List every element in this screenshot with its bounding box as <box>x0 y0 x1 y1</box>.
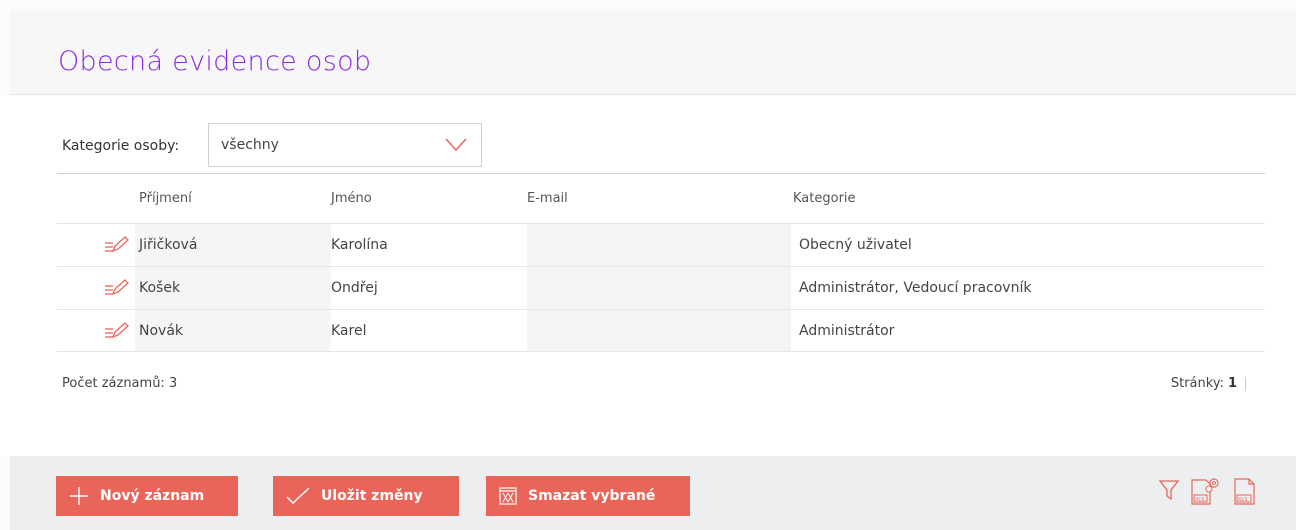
column-header-kategorie[interactable]: Kategorie <box>791 191 1265 206</box>
category-filter-label: Kategorie osoby: <box>62 138 180 154</box>
column-header-email[interactable]: E-mail <box>527 191 791 206</box>
cell-email <box>527 224 791 266</box>
table-row[interactable]: Novák Karel Administrátor <box>57 309 1265 352</box>
page-header: Obecná evidence osob <box>10 10 1296 95</box>
filter-icon[interactable] <box>1158 478 1180 502</box>
cell-email <box>527 310 791 351</box>
save-changes-button[interactable]: Uložit změny <box>273 476 459 516</box>
table-row[interactable]: Košek Ondřej Administrátor, Vedoucí prac… <box>57 266 1265 309</box>
category-filter-select[interactable]: všechny <box>208 123 482 167</box>
edit-icon[interactable] <box>103 235 131 255</box>
export-xls-icon[interactable]: XLS <box>1232 474 1258 508</box>
edit-icon[interactable] <box>103 278 131 298</box>
cell-kategorie: Administrátor, Vedoucí pracovník <box>799 280 1032 296</box>
new-record-label: Nový záznam <box>100 488 205 504</box>
new-record-button[interactable]: Nový záznam <box>56 476 238 516</box>
edit-icon[interactable] <box>103 321 131 341</box>
content-area: Kategorie osoby: všechny Příjmení Jméno … <box>0 96 1296 456</box>
row-edit-cell <box>57 310 135 351</box>
cell-email <box>527 267 791 309</box>
page-link-current[interactable]: 1 <box>1228 376 1237 391</box>
delete-selected-button[interactable]: Smazat vybrané <box>486 476 690 516</box>
category-filter-value: všechny <box>221 137 279 153</box>
footer-toolbar: Nový záznam Uložit změny Smazat vybrané <box>10 456 1296 530</box>
export-settings-icon[interactable]: XLS <box>1188 474 1222 508</box>
cell-jmeno: Karel <box>331 322 367 339</box>
save-changes-label: Uložit změny <box>321 488 423 504</box>
row-edit-cell <box>57 267 135 309</box>
pagination: Stránky: 1 <box>1171 376 1246 391</box>
column-header-jmeno[interactable]: Jméno <box>331 191 527 206</box>
delete-selected-label: Smazat vybrané <box>528 488 656 504</box>
persons-table: Příjmení Jméno E-mail Kategorie Jiřičkov… <box>57 173 1265 352</box>
record-count: Počet záznamů: 3 <box>62 376 178 391</box>
pages-label: Stránky: <box>1170 376 1224 391</box>
row-edit-cell <box>57 224 135 266</box>
svg-text:XLS: XLS <box>1238 497 1247 503</box>
column-header-prijmeni[interactable]: Příjmení <box>135 191 331 206</box>
cell-kategorie: Administrátor <box>799 322 895 339</box>
delete-icon <box>499 487 517 505</box>
cell-prijmeni: Novák <box>135 310 331 351</box>
svg-text:XLS: XLS <box>1195 497 1204 503</box>
page: Obecná evidence osob Kategorie osoby: vš… <box>0 0 1296 530</box>
chevron-down-icon <box>445 138 467 152</box>
cell-kategorie: Obecný uživatel <box>799 237 912 253</box>
page-title: Obecná evidence osob <box>58 46 372 77</box>
check-icon <box>286 487 310 504</box>
cell-prijmeni: Košek <box>135 267 331 309</box>
cell-prijmeni: Jiřičková <box>135 224 331 266</box>
pages-divider <box>1245 376 1246 391</box>
table-row[interactable]: Jiřičková Karolína Obecný uživatel <box>57 223 1265 266</box>
cell-jmeno: Ondřej <box>331 280 378 296</box>
cell-jmeno: Karolína <box>331 237 388 253</box>
plus-icon <box>70 487 88 505</box>
table-header: Příjmení Jméno E-mail Kategorie <box>57 173 1265 223</box>
